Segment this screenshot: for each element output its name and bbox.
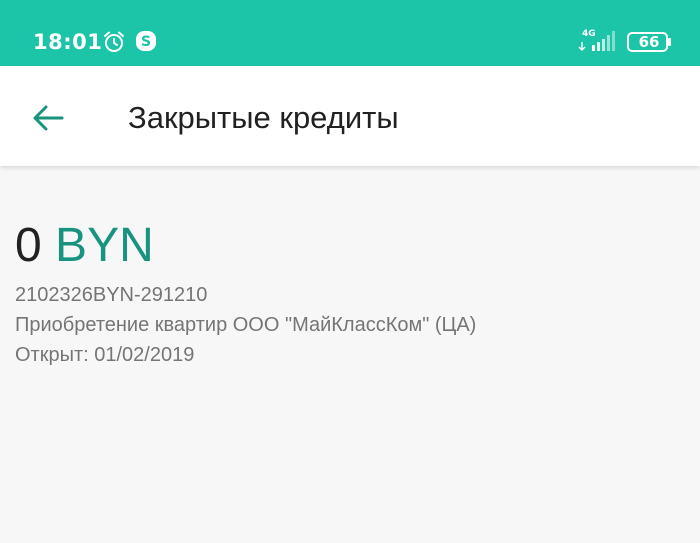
battery-level: 66 <box>638 33 660 51</box>
arrow-left-icon <box>33 105 64 131</box>
contract-id: 2102326BYN-291210 <box>15 284 208 306</box>
amount-currency: BYN <box>55 219 154 272</box>
alarm-icon <box>104 31 124 52</box>
signal-icon <box>578 31 615 51</box>
skype-icon: S <box>136 31 156 51</box>
amount-value: 0 <box>15 219 42 272</box>
opened-date: Открыт: 01/02/2019 <box>15 344 195 366</box>
loan-amount: 0 BYN <box>15 218 154 274</box>
app-bar: Закрытые кредиты <box>0 66 700 166</box>
closed-loan-card[interactable]: 0 BYN 2102326BYN-291210 Приобретение ква… <box>0 166 700 543</box>
status-bar: 18:01 S 4G 66 <box>0 0 700 66</box>
back-button[interactable] <box>26 96 70 140</box>
status-time: 18:01 <box>33 30 103 54</box>
svg-text:S: S <box>141 34 151 50</box>
page-title: Закрытые кредиты <box>128 100 399 135</box>
loan-purpose: Приобретение квартир ООО "МайКлассКом" (… <box>15 314 477 336</box>
